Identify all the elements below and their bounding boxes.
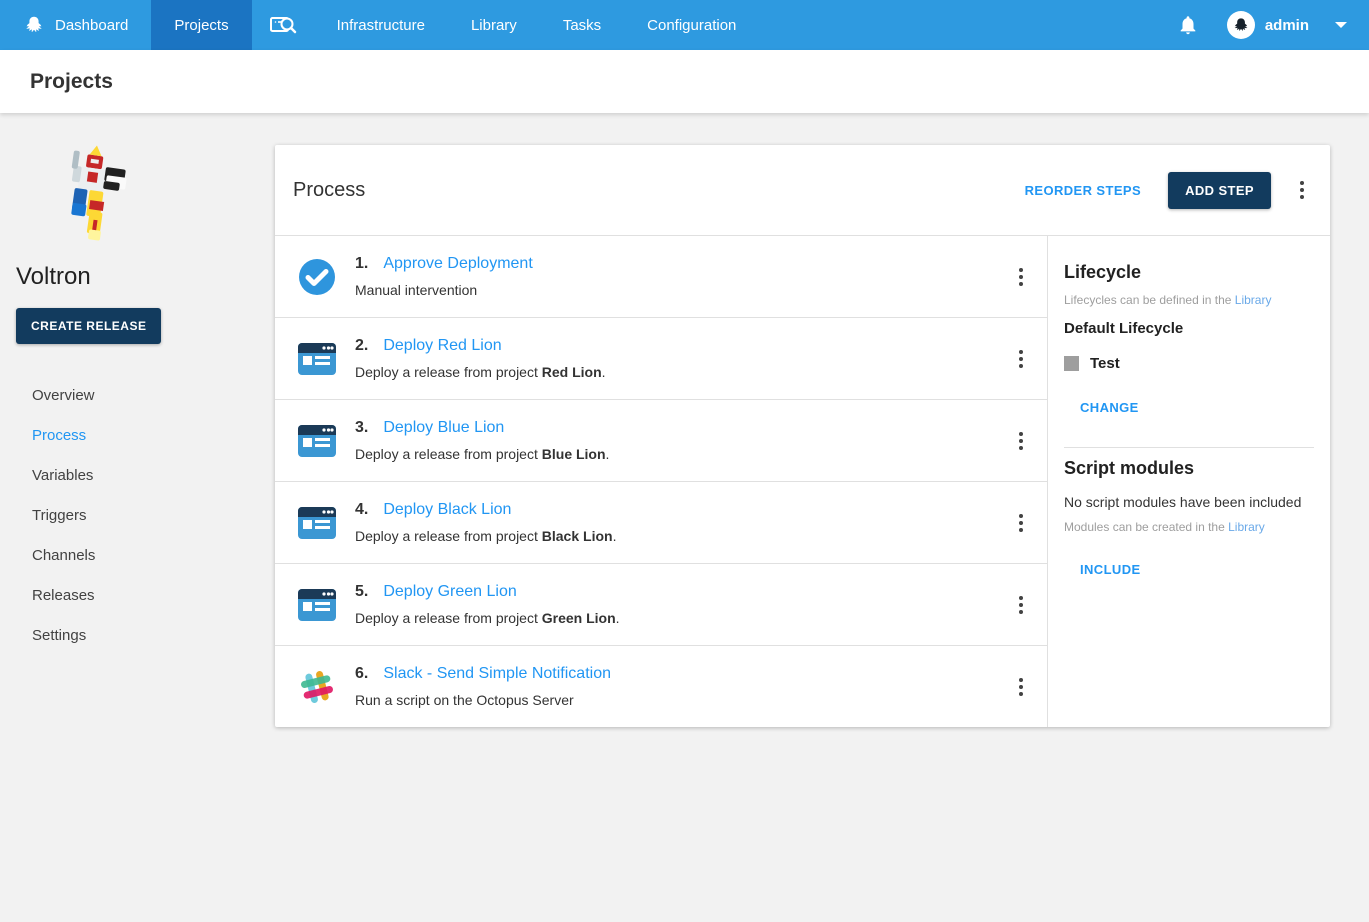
step-overflow-menu-icon[interactable]	[1009, 429, 1033, 453]
project-sidebar: Voltron CREATE RELEASE Overview Process …	[0, 145, 275, 727]
nav-tab-library[interactable]: Library	[448, 0, 540, 50]
process-header-actions: REORDER STEPS ADD STEP	[1017, 172, 1314, 209]
step-number: 3.	[355, 419, 368, 437]
step-title-link[interactable]: Slack - Send Simple Notification	[383, 665, 611, 683]
search-icon	[269, 14, 297, 36]
step-number: 2.	[355, 337, 368, 355]
octopus-logo-icon	[23, 14, 45, 36]
step-row-2: 2. Deploy Red Lion Deploy a release from…	[275, 318, 1047, 400]
nav-tab-library-label: Library	[471, 17, 517, 34]
script-modules-empty-text: No script modules have been included	[1064, 494, 1314, 510]
library-link[interactable]: Library	[1235, 293, 1272, 307]
phase-swatch-icon	[1064, 356, 1079, 371]
deploy-release-icon	[297, 421, 337, 461]
project-nav: Overview Process Variables Triggers Chan…	[16, 375, 259, 655]
chevron-down-icon	[1335, 22, 1347, 28]
reorder-steps-button[interactable]: REORDER STEPS	[1017, 175, 1149, 206]
nav-tab-configuration[interactable]: Configuration	[624, 0, 759, 50]
sidebar-item-releases[interactable]: Releases	[16, 575, 259, 615]
step-description: Run a script on the Octopus Server	[355, 692, 611, 708]
add-step-button[interactable]: ADD STEP	[1168, 172, 1271, 209]
slack-icon	[297, 667, 337, 707]
step-row-4: 4. Deploy Black Lion Deploy a release fr…	[275, 482, 1047, 564]
process-title: Process	[293, 179, 365, 202]
script-modules-hint: Modules can be created in the Library	[1064, 520, 1314, 534]
nav-search-button[interactable]	[252, 0, 314, 50]
change-lifecycle-button[interactable]: CHANGE	[1072, 392, 1147, 423]
step-description: Deploy a release from project Black Lion…	[355, 528, 616, 544]
nav-tab-dashboard[interactable]: Dashboard	[0, 0, 151, 50]
sidebar-item-overview[interactable]: Overview	[16, 375, 259, 415]
deploy-release-icon	[297, 585, 337, 625]
step-title-link[interactable]: Deploy Blue Lion	[383, 419, 504, 437]
nav-tab-projects[interactable]: Projects	[151, 0, 251, 50]
notifications-bell-icon[interactable]	[1177, 14, 1199, 36]
nav-tab-infrastructure[interactable]: Infrastructure	[314, 0, 448, 50]
step-number: 4.	[355, 501, 368, 519]
step-title-link[interactable]: Deploy Black Lion	[383, 501, 511, 519]
deploy-release-icon	[297, 339, 337, 379]
project-name: Voltron	[16, 263, 259, 291]
step-overflow-menu-icon[interactable]	[1009, 593, 1033, 617]
include-module-button[interactable]: INCLUDE	[1072, 554, 1149, 585]
nav-tab-projects-label: Projects	[174, 17, 228, 34]
sidebar-item-channels[interactable]: Channels	[16, 535, 259, 575]
nav-tab-dashboard-label: Dashboard	[55, 17, 128, 34]
page-title-bar: Projects	[0, 50, 1369, 113]
step-overflow-menu-icon[interactable]	[1009, 675, 1033, 699]
step-number: 1.	[355, 255, 368, 273]
step-row-3: 3. Deploy Blue Lion Deploy a release fro…	[275, 400, 1047, 482]
step-row-1: 1. Approve Deployment Manual interventio…	[275, 236, 1047, 318]
step-overflow-menu-icon[interactable]	[1009, 347, 1033, 371]
step-row-6: 6. Slack - Send Simple Notification Run …	[275, 646, 1047, 727]
user-menu[interactable]: admin	[1227, 11, 1347, 39]
user-name: admin	[1265, 17, 1309, 34]
process-side-panel: Lifecycle Lifecycles can be defined in t…	[1048, 236, 1330, 727]
step-overflow-menu-icon[interactable]	[1009, 511, 1033, 535]
library-link[interactable]: Library	[1228, 520, 1265, 534]
lifecycle-heading: Lifecycle	[1064, 262, 1314, 283]
content-area: Voltron CREATE RELEASE Overview Process …	[0, 113, 1369, 727]
deploy-release-icon	[297, 503, 337, 543]
lifecycle-hint: Lifecycles can be defined in the Library	[1064, 293, 1314, 307]
sidebar-item-settings[interactable]: Settings	[16, 615, 259, 655]
step-description: Manual intervention	[355, 282, 533, 298]
nav-tab-tasks[interactable]: Tasks	[540, 0, 624, 50]
step-title-link[interactable]: Approve Deployment	[383, 255, 532, 273]
sidebar-item-triggers[interactable]: Triggers	[16, 495, 259, 535]
sidebar-item-variables[interactable]: Variables	[16, 455, 259, 495]
page-title: Projects	[30, 70, 113, 94]
step-row-5: 5. Deploy Green Lion Deploy a release fr…	[275, 564, 1047, 646]
process-card-body: 1. Approve Deployment Manual interventio…	[275, 236, 1330, 727]
script-modules-heading: Script modules	[1064, 458, 1314, 479]
nav-right-group: admin	[1177, 0, 1369, 50]
phase-label: Test	[1090, 355, 1120, 372]
nav-tab-configuration-label: Configuration	[647, 17, 736, 34]
step-title-link[interactable]: Deploy Red Lion	[383, 337, 501, 355]
nav-tab-infrastructure-label: Infrastructure	[337, 17, 425, 34]
user-avatar	[1227, 11, 1255, 39]
process-overflow-menu-icon[interactable]	[1290, 178, 1314, 202]
step-title-link[interactable]: Deploy Green Lion	[383, 583, 516, 601]
project-logo-voltron	[44, 145, 136, 247]
step-description: Deploy a release from project Green Lion…	[355, 610, 620, 626]
lifecycle-name: Default Lifecycle	[1064, 320, 1314, 337]
step-description: Deploy a release from project Blue Lion.	[355, 446, 609, 462]
step-number: 5.	[355, 583, 368, 601]
step-overflow-menu-icon[interactable]	[1009, 265, 1033, 289]
manual-intervention-check-icon	[297, 257, 337, 297]
step-description: Deploy a release from project Red Lion.	[355, 364, 606, 380]
steps-list: 1. Approve Deployment Manual interventio…	[275, 236, 1048, 727]
nav-tab-tasks-label: Tasks	[563, 17, 601, 34]
sidebar-item-process[interactable]: Process	[16, 415, 259, 455]
panel-divider	[1064, 447, 1314, 448]
process-card-header: Process REORDER STEPS ADD STEP	[275, 145, 1330, 236]
lifecycle-phase-row: Test	[1064, 355, 1314, 372]
process-card: Process REORDER STEPS ADD STEP 1.	[275, 145, 1330, 727]
step-number: 6.	[355, 665, 368, 683]
top-navbar: Dashboard Projects Infrastructure Librar…	[0, 0, 1369, 50]
create-release-button[interactable]: CREATE RELEASE	[16, 308, 161, 344]
